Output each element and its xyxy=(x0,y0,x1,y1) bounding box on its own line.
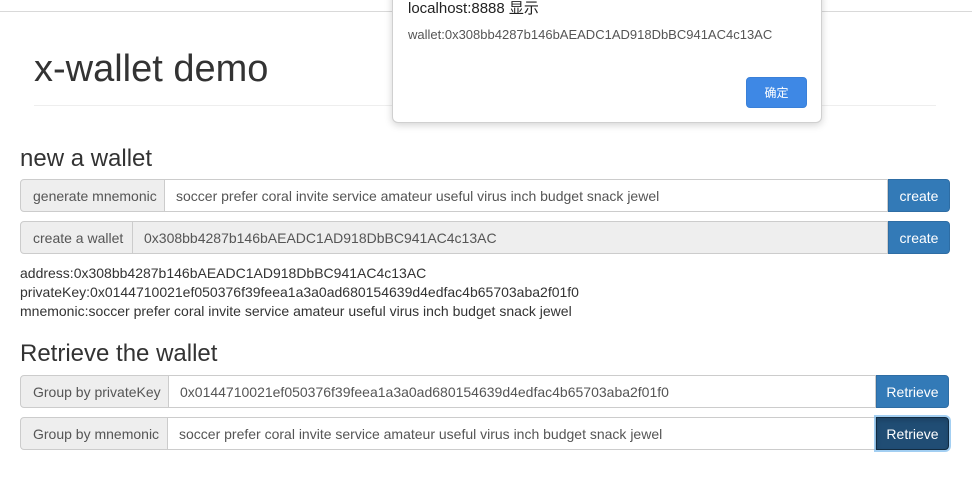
retrieve-mnemonic-field[interactable]: soccer prefer coral invite service amate… xyxy=(168,417,876,450)
group-by-private-key-label: Group by privateKey xyxy=(20,375,169,408)
create-mnemonic-button[interactable]: create xyxy=(888,179,950,212)
dialog-message: wallet:0x308bb4287b146bAEADC1AD918DbBC94… xyxy=(408,27,773,42)
generate-mnemonic-label: generate mnemonic xyxy=(20,179,165,212)
private-key-field[interactable]: 0x0144710021ef050376f39feea1a3a0ad680154… xyxy=(169,375,876,408)
wallet-input-group: create a wallet 0x308bb4287b146bAEADC1AD… xyxy=(20,221,950,254)
retrieve-wallet-heading: Retrieve the wallet xyxy=(20,340,218,367)
wallet-address-field[interactable]: 0x308bb4287b146bAEADC1AD918DbBC941AC4c13… xyxy=(133,221,888,254)
create-wallet-button[interactable]: create xyxy=(888,221,950,254)
group-by-mnemonic-label: Group by mnemonic xyxy=(20,417,168,450)
create-wallet-label: create a wallet xyxy=(20,221,133,254)
mnemonic-input-group: generate mnemonic soccer prefer coral in… xyxy=(20,179,950,212)
mnemonic-output: mnemonic:soccer prefer coral invite serv… xyxy=(20,303,572,319)
address-output: address:0x308bb4287b146bAEADC1AD918DbBC9… xyxy=(20,265,427,281)
alert-dialog: localhost:8888 显示 wallet:0x308bb4287b146… xyxy=(392,0,822,123)
new-wallet-heading: new a wallet xyxy=(20,145,153,172)
private-key-input-group: Group by privateKey 0x0144710021ef050376… xyxy=(20,375,949,408)
page-title: x-wallet demo xyxy=(34,48,269,90)
retrieve-by-private-key-button[interactable]: Retrieve xyxy=(876,375,949,408)
mnemonic-field[interactable]: soccer prefer coral invite service amate… xyxy=(165,179,888,212)
dialog-title: localhost:8888 显示 xyxy=(408,0,539,17)
dialog-ok-button[interactable]: 确定 xyxy=(746,77,807,108)
private-key-output: privateKey:0x0144710021ef050376f39feea1a… xyxy=(20,284,579,300)
retrieve-by-mnemonic-button[interactable]: Retrieve xyxy=(876,417,949,450)
mnemonic-retrieve-input-group: Group by mnemonic soccer prefer coral in… xyxy=(20,417,949,450)
